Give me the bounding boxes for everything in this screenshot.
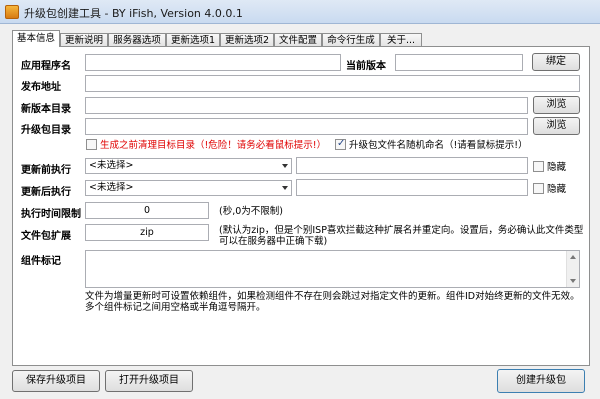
tab-file-config[interactable]: 文件配置: [274, 33, 322, 46]
component-hint: 文件为增量更新时可设置依赖组件，如果检测组件不存在则会跳过对指定文件的更新。组件…: [85, 291, 580, 313]
basic-info-panel: 应用程序名 当前版本 绑定 发布地址 新版本目录 浏览 升级包目录 浏览 生成之…: [12, 46, 590, 366]
scroll-up-icon[interactable]: [570, 255, 576, 259]
post-exec-hide-checkbox[interactable]: [533, 183, 544, 194]
create-package-button[interactable]: 创建升级包: [497, 369, 585, 393]
chevron-down-icon: [282, 164, 288, 168]
ext-label: 文件包扩展: [21, 231, 71, 242]
pre-exec-select[interactable]: <未选择>: [85, 158, 292, 174]
scroll-down-icon[interactable]: [570, 279, 576, 283]
post-exec-hide-label: 隐藏: [547, 184, 567, 195]
tab-command-line[interactable]: 命令行生成: [322, 33, 380, 46]
browse-new-version-button[interactable]: 浏览: [533, 96, 580, 114]
package-dir-input[interactable]: [85, 118, 528, 135]
clean-target-label: 生成之前清理目标目录（!危险！请务必看鼠标提示!）: [100, 140, 327, 151]
current-version-input[interactable]: [395, 54, 523, 71]
window-title: 升级包创建工具 - BY iFish, Version 4.0.0.1: [24, 7, 243, 20]
pre-exec-select-value: <未选择>: [89, 160, 134, 171]
pre-exec-hide-checkbox[interactable]: [533, 161, 544, 172]
component-label: 组件标记: [21, 256, 61, 267]
post-exec-select-value: <未选择>: [89, 182, 134, 193]
bind-button[interactable]: 绑定: [532, 53, 580, 71]
tab-server-options[interactable]: 服务器选项: [108, 33, 166, 46]
publish-url-input[interactable]: [85, 75, 580, 92]
pre-exec-label: 更新前执行: [21, 165, 71, 176]
timeout-hint: (秒,0为不限制): [219, 206, 283, 217]
pre-exec-hide-label: 隐藏: [547, 162, 567, 173]
save-project-button[interactable]: 保存升级项目: [12, 370, 100, 392]
component-textarea[interactable]: [85, 250, 580, 288]
random-name-checkbox[interactable]: [335, 138, 346, 150]
browse-package-dir-button[interactable]: 浏览: [533, 117, 580, 135]
post-exec-args-input[interactable]: [296, 179, 528, 196]
new-version-dir-input[interactable]: [85, 97, 528, 114]
chevron-down-icon: [282, 186, 288, 190]
tab-update-options-1[interactable]: 更新选项1: [166, 33, 220, 46]
post-exec-label: 更新后执行: [21, 187, 71, 198]
publish-url-label: 发布地址: [21, 82, 61, 93]
open-project-button[interactable]: 打开升级项目: [105, 370, 193, 392]
tab-basic-info[interactable]: 基本信息: [12, 30, 60, 47]
app-icon: [5, 5, 19, 19]
app-name-label: 应用程序名: [21, 61, 71, 72]
clean-target-checkbox[interactable]: [86, 139, 97, 150]
package-dir-label: 升级包目录: [21, 125, 71, 136]
timeout-input[interactable]: 0: [85, 202, 209, 219]
ext-hint: (默认为zip，但是个别ISP喜欢拦截这种扩展名并重定向。设置后，务必确认此文件…: [219, 225, 584, 247]
new-version-dir-label: 新版本目录: [21, 104, 71, 115]
tab-about[interactable]: 关于...: [380, 33, 422, 46]
tab-update-options-2[interactable]: 更新选项2: [220, 33, 274, 46]
post-exec-select[interactable]: <未选择>: [85, 180, 292, 196]
timeout-label: 执行时间限制: [21, 209, 81, 220]
ext-input[interactable]: zip: [85, 224, 209, 241]
pre-exec-args-input[interactable]: [296, 157, 528, 174]
tab-changelog[interactable]: 更新说明: [60, 33, 108, 46]
current-version-label: 当前版本: [346, 61, 386, 72]
title-bar: 升级包创建工具 - BY iFish, Version 4.0.0.1: [0, 0, 600, 24]
random-name-label: 升级包文件名随机命名（!请看鼠标提示!）: [349, 140, 528, 151]
app-name-input[interactable]: [85, 54, 341, 71]
component-scrollbar[interactable]: [566, 251, 579, 287]
